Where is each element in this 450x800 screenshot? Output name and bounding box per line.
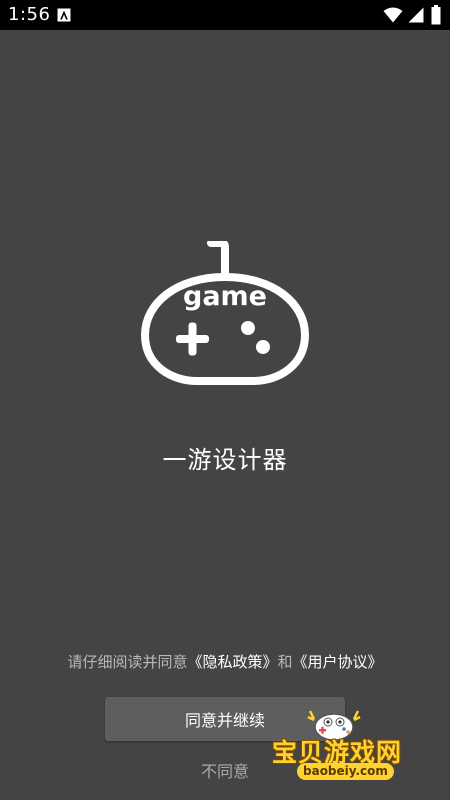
battery-icon: [431, 5, 441, 25]
status-bar: 1:56: [0, 0, 450, 30]
watermark: 宝贝游戏网 baobeiy.com: [272, 705, 422, 785]
signal-icon: [408, 7, 424, 23]
logo-text: game: [183, 281, 267, 312]
wifi-icon: [383, 7, 403, 23]
app-name: 一游设计器: [162, 446, 288, 474]
a-box-icon: [57, 8, 71, 22]
agreement-prefix: 请仔细阅读并同意: [67, 653, 188, 671]
agreement-text: 请仔细阅读并同意《隐私政策》和《用户协议》: [0, 651, 450, 672]
status-time: 1:56: [8, 4, 51, 25]
user-agreement-link[interactable]: 《用户协议》: [293, 653, 383, 671]
splash-screen: 1:56 game 一游设计器 请仔细阅读并同意《隐私政策》和《用户协议》 同意…: [0, 0, 450, 800]
privacy-policy-link[interactable]: 《隐私政策》: [187, 653, 277, 671]
agreement-conjunction: 和: [277, 653, 293, 671]
gamepad-logo-icon: game: [141, 241, 309, 385]
watermark-url: baobeiy.com: [297, 763, 394, 780]
